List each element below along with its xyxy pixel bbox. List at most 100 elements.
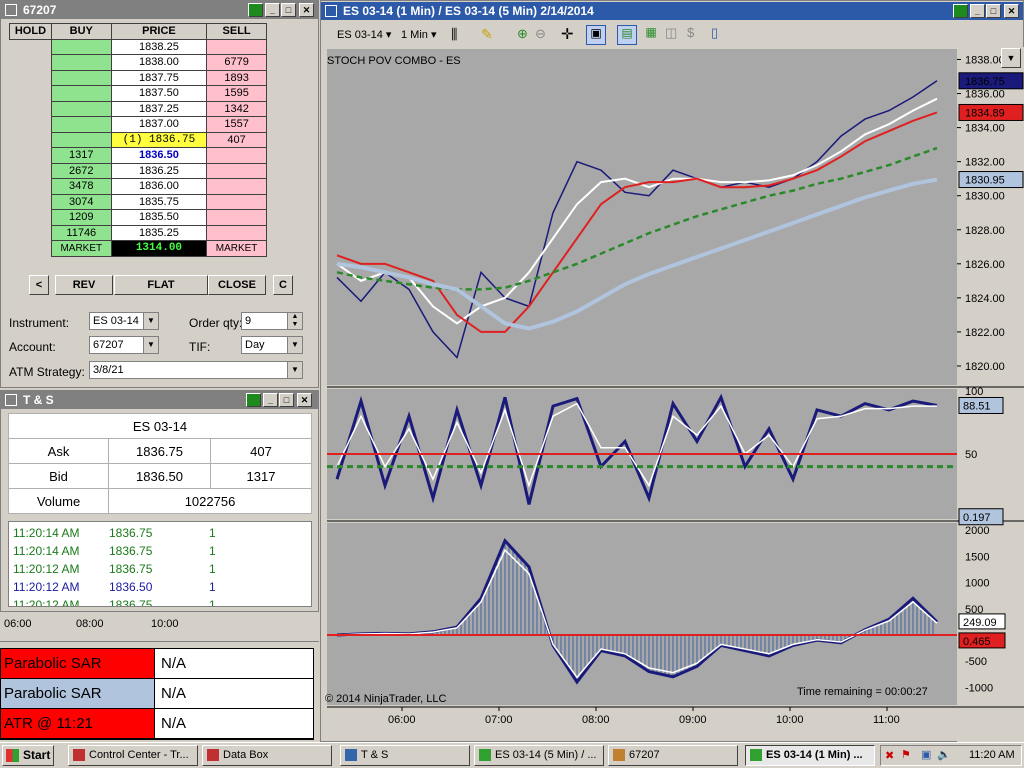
atm-strategy-select[interactable]: 3/8/21 ▼ [89,361,303,379]
chevron-down-icon[interactable]: ▼ [287,362,302,378]
minimize-button[interactable]: _ [263,393,278,407]
tif-select[interactable]: Day ▼ [241,336,303,354]
buy-cell[interactable] [50,85,112,102]
ts-tape[interactable]: 11:20:14 AM 1836.75 1 11:20:14 AM 1836.75 1 11… [8,521,312,607]
buy-market-button[interactable]: MARKET [50,240,112,257]
buy-cell[interactable] [50,100,112,117]
chevron-down-icon[interactable]: ▼ [287,337,302,353]
minimize-button[interactable]: _ [265,3,280,17]
start-button[interactable]: Start [2,745,54,766]
price-cell: 1838.25 [110,38,208,55]
ts-titlebar[interactable]: T & S _ □ ✕ [1,391,318,409]
taskbar-item-control-center[interactable]: Control Center - Tr... [68,745,198,766]
link-icon[interactable] [248,3,263,17]
chart-scroll-dropdown[interactable]: ▼ [1001,48,1021,68]
hold-header[interactable]: HOLD [9,23,52,40]
buy-cell[interactable] [50,54,112,71]
sell-cell[interactable]: 1557 [206,116,267,133]
properties-icon[interactable]: $ [687,25,694,40]
tape-size: 1 [209,598,216,607]
price-cell: 1837.00 [110,116,208,133]
instrument-dropdown[interactable]: ES 03-14 ▾ [337,28,391,41]
sell-cell[interactable]: 407 [206,131,267,148]
crosshair-icon[interactable]: ✛ [561,25,574,43]
taskbar-item-ts[interactable]: T & S [340,745,470,766]
sell-cell[interactable] [206,147,267,164]
zoom-out-icon[interactable]: ⊖ [535,26,546,42]
taskbar-item-data-box[interactable]: Data Box [202,745,332,766]
templates-icon[interactable]: ▯ [711,25,718,41]
sell-cell[interactable]: 1893 [206,69,267,86]
price-cell: (1) 1836.75 [110,131,208,148]
sell-cell[interactable] [206,38,267,55]
hold-cell [9,209,52,225]
chart-area[interactable]: 1838.00 1836.00 1834.00 1832.00 1830.00 1828.… [321,47,1024,765]
tray-icon-flag[interactable]: ⚑ [901,748,911,761]
dom-row: 3478 1836.00 [9,178,267,195]
sell-cell[interactable] [206,162,267,179]
tape-size: 1 [209,526,216,540]
maximize-button[interactable]: □ [279,393,294,407]
close-button[interactable]: ✕ [297,393,312,407]
osc-tick-label: 1000 [965,578,989,590]
chevron-down-icon[interactable]: ▼ [143,313,158,329]
buy-cell[interactable]: 11746 [50,224,112,241]
sell-market-button[interactable]: MARKET [206,240,267,257]
databox-window: 06:00 08:00 10:00 Parabolic SAR N/A Parabo… [0,612,319,742]
dom-titlebar[interactable]: 67207 _ □ ✕ [1,1,318,19]
buy-cell[interactable]: 3478 [50,178,112,195]
minimize-button[interactable]: _ [970,4,985,18]
tray-icon-security[interactable]: ✖ [885,749,894,762]
data-box-icon[interactable]: ▤ [617,25,637,45]
indicators-icon[interactable]: ▦ [641,25,661,45]
buy-cell[interactable] [50,131,112,148]
tray-icon-network[interactable]: ▣ [921,748,931,761]
link-icon[interactable] [953,4,968,18]
bar-style-icon[interactable]: ⫼ [451,26,457,43]
tape-price: 1836.75 [109,562,153,576]
buy-cell[interactable]: 2672 [50,162,112,179]
zoom-in-icon[interactable]: ⊕ [517,26,528,42]
taskbar-item-chart-5min[interactable]: ES 03-14 (5 Min) / ... [474,745,604,766]
draw-pencil-icon[interactable]: ✎ [481,26,493,43]
order-qty-label: Order qty: [189,316,243,330]
c-button[interactable]: C [273,275,293,295]
global-crosshair-icon[interactable]: ▣ [586,25,606,45]
buy-cell[interactable] [50,69,112,86]
sell-cell[interactable] [206,193,267,210]
close-button[interactable]: ✕ [299,3,314,17]
account-select[interactable]: 67207 ▼ [89,336,159,354]
databox-label: ATR @ 11:21 [1,709,155,738]
sell-cell[interactable]: 6779 [206,54,267,71]
buy-cell[interactable]: 1209 [50,209,112,226]
link-icon[interactable] [246,393,261,407]
volume-icon[interactable]: 🔈 [937,748,951,761]
buy-cell[interactable] [50,116,112,133]
taskbar-item-chart-1min[interactable]: ES 03-14 (1 Min) ... [745,745,875,766]
strategies-icon[interactable]: ◫ [665,25,677,41]
sell-cell[interactable] [206,224,267,241]
order-qty-stepper[interactable]: 9 ▲ ▼ [241,312,303,330]
buy-cell[interactable] [50,38,112,55]
close-button[interactable]: ✕ [1004,4,1019,18]
spin-icon[interactable]: ▲ ▼ [287,313,302,329]
chart-titlebar[interactable]: ES 03-14 (1 Min) / ES 03-14 (5 Min) 2/14… [321,2,1023,20]
sell-cell[interactable] [206,209,267,226]
left-button[interactable]: < [29,275,49,295]
flat-button[interactable]: FLAT [114,275,208,295]
taskbar-item-dom[interactable]: 67207 [608,745,738,766]
chevron-down-icon[interactable]: ▼ [143,337,158,353]
buy-cell[interactable]: 3074 [50,193,112,210]
app-icon [73,749,85,761]
rev-button[interactable]: REV [55,275,113,295]
interval-dropdown[interactable]: 1 Min ▾ [401,28,436,41]
close-position-button[interactable]: CLOSE [208,275,266,295]
instrument-select[interactable]: ES 03-14 ▼ [89,312,159,330]
sell-cell[interactable]: 1342 [206,100,267,117]
maximize-button[interactable]: □ [986,4,1001,18]
sell-cell[interactable]: 1595 [206,85,267,102]
dom-window: 67207 _ □ ✕ HOLD BUY PRICE SELL 1838.25 1… [0,0,319,388]
maximize-button[interactable]: □ [281,3,296,17]
sell-cell[interactable] [206,178,267,195]
buy-cell[interactable]: 1317 [50,147,112,164]
